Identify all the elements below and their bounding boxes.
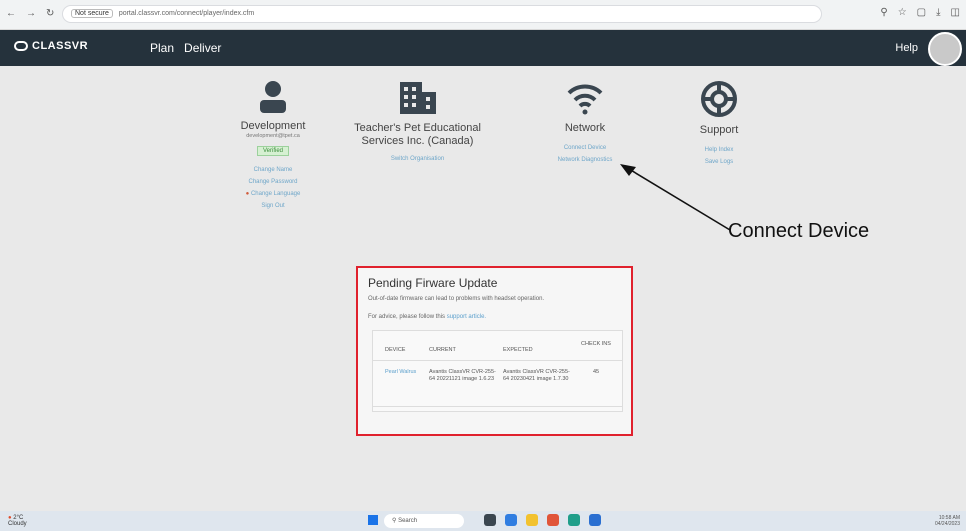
current-firmware: Avantis ClassVR CVR-255-64 20221121 imag… bbox=[429, 369, 496, 382]
sign-out-link[interactable]: Sign Out bbox=[218, 203, 328, 209]
main-menu: Plan Deliver bbox=[150, 41, 221, 55]
browser-toolbar: ← → ↻ Not secure portal.classvr.com/conn… bbox=[0, 0, 966, 30]
col-device: DEVICE bbox=[385, 347, 406, 353]
account-title: Development bbox=[240, 120, 306, 132]
change-password-link[interactable]: Change Password bbox=[218, 179, 328, 185]
user-avatar[interactable] bbox=[928, 32, 962, 66]
sidebar-icon[interactable]: ◫ bbox=[951, 7, 960, 18]
table-header: DEVICE CURRENT EXPECTED CHECK INS bbox=[373, 341, 622, 361]
menu-plan[interactable]: Plan bbox=[150, 41, 174, 55]
system-clock[interactable]: 10:58 AM 04/24/2023 bbox=[935, 515, 960, 527]
support-title: Support bbox=[699, 124, 739, 136]
not-secure-badge[interactable]: Not secure bbox=[71, 9, 113, 18]
logo-text: CLASSVR bbox=[32, 40, 89, 52]
callout-label: Connect Device bbox=[728, 220, 870, 242]
browser-tools: ⚲ ☆ ▢ ⤓ ◫ bbox=[880, 7, 960, 18]
app-header: CLASSVR Plan Deliver Help bbox=[0, 30, 966, 66]
firmware-warning: Out-of-date firmware can lead to problem… bbox=[368, 296, 545, 302]
account-section: Development development@tpet.ca Verified… bbox=[218, 80, 328, 209]
extensions-icon[interactable]: ▢ bbox=[917, 7, 926, 18]
outlook-icon[interactable] bbox=[589, 514, 601, 526]
chat-icon[interactable] bbox=[505, 514, 517, 526]
callout-arrow bbox=[620, 164, 731, 231]
support-section: Support Help Index Save Logs bbox=[664, 80, 774, 165]
col-checkins: CHECK INS bbox=[581, 341, 611, 347]
reload-icon[interactable]: ↻ bbox=[46, 8, 54, 19]
change-name-link[interactable]: Change Name bbox=[218, 167, 328, 173]
url-text: portal.classvr.com/connect/player/index.… bbox=[118, 10, 255, 17]
firmware-title: Pending Firware Update bbox=[368, 276, 498, 290]
verified-badge: Verified bbox=[256, 146, 289, 156]
weather-desc: Cloudy bbox=[8, 521, 27, 527]
connect-device-link[interactable]: Connect Device bbox=[530, 145, 640, 151]
advice-text: For advice, please follow this bbox=[368, 314, 446, 320]
change-language-label: Change Language bbox=[250, 191, 301, 197]
building-icon bbox=[399, 82, 436, 114]
col-current: CURRENT bbox=[429, 347, 456, 353]
back-icon[interactable]: ← bbox=[6, 8, 16, 19]
network-section: Network Connect Device Network Diagnosti… bbox=[530, 80, 640, 163]
lifebuoy-icon bbox=[701, 81, 737, 117]
switch-organisation-link[interactable]: Switch Organisation bbox=[350, 156, 485, 162]
firmware-advice: For advice, please follow this support a… bbox=[368, 314, 486, 320]
firmware-table: DEVICE CURRENT EXPECTED CHECK INS Pearl … bbox=[372, 330, 623, 412]
organisation-section: Teacher's Pet Educational Services Inc. … bbox=[350, 80, 485, 162]
change-language-link[interactable]: ● Change Language bbox=[218, 191, 328, 197]
download-icon[interactable]: ⤓ bbox=[936, 7, 940, 18]
device-link[interactable]: Pearl Walrus bbox=[385, 369, 421, 376]
classvr-logo[interactable]: CLASSVR bbox=[14, 40, 88, 52]
search-label: Search bbox=[398, 518, 418, 524]
checkins-count: 45 bbox=[593, 369, 600, 375]
browser-nav: ← → ↻ bbox=[6, 8, 54, 19]
forward-icon[interactable]: → bbox=[26, 8, 36, 19]
address-bar[interactable]: Not secure portal.classvr.com/connect/pl… bbox=[62, 5, 822, 23]
firmware-update-panel: Pending Firware Update Out-of-date firmw… bbox=[356, 266, 633, 436]
menu-deliver[interactable]: Deliver bbox=[184, 41, 221, 55]
logo-mark-icon bbox=[14, 41, 28, 51]
edge-icon[interactable] bbox=[568, 514, 580, 526]
table-row: Pearl Walrus Avantis ClassVR CVR-255-64 … bbox=[373, 367, 622, 407]
star-icon[interactable]: ☆ bbox=[898, 7, 907, 18]
help-link[interactable]: Help bbox=[895, 42, 918, 54]
wifi-icon bbox=[567, 84, 603, 115]
account-email: development@tpet.ca bbox=[246, 133, 300, 139]
support-article-link[interactable]: support article. bbox=[447, 314, 486, 320]
expected-firmware: Avantis ClassVR CVR-255-64 20230421 imag… bbox=[503, 369, 570, 382]
col-expected: EXPECTED bbox=[503, 347, 533, 353]
task-view-icon[interactable] bbox=[484, 514, 496, 526]
file-explorer-icon[interactable] bbox=[526, 514, 538, 526]
windows-start-icon[interactable] bbox=[368, 515, 378, 525]
clock-date: 04/24/2023 bbox=[934, 521, 960, 527]
chrome-icon[interactable] bbox=[547, 514, 559, 526]
zoom-icon[interactable]: ⚲ bbox=[880, 7, 887, 18]
organisation-title: Teacher's Pet Educational Services Inc. … bbox=[354, 122, 481, 147]
network-title: Network bbox=[564, 122, 606, 134]
weather-widget[interactable]: ● 2°C Cloudy bbox=[8, 515, 27, 527]
windows-taskbar: ● 2°C Cloudy ⚲ Search 10:58 AM 04/24/202… bbox=[0, 511, 966, 531]
help-index-link[interactable]: Help Index bbox=[664, 147, 774, 153]
taskbar-search[interactable]: ⚲ Search bbox=[384, 514, 464, 528]
person-icon bbox=[260, 81, 286, 113]
taskbar-apps bbox=[484, 514, 601, 526]
